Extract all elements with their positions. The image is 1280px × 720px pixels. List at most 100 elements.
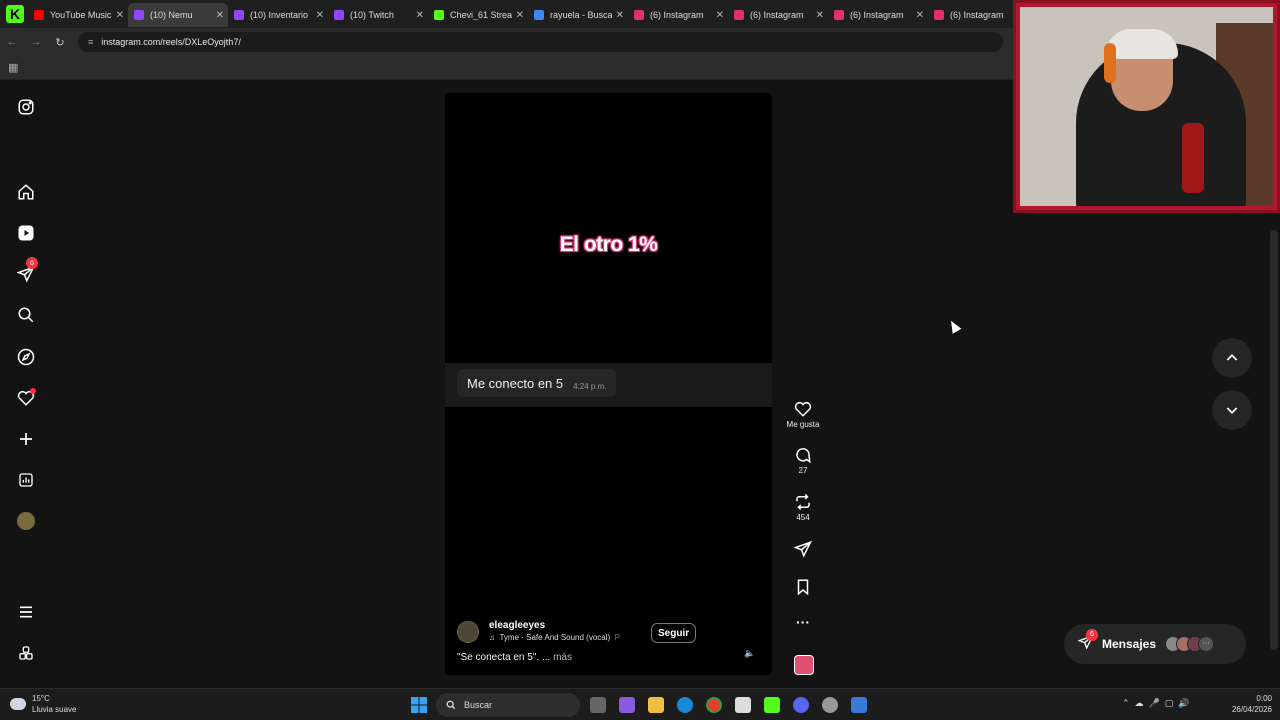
song-info[interactable]: ♫ Tyme · Safe And Sound (vocal) P: [489, 633, 620, 642]
reels-icon[interactable]: [16, 223, 36, 243]
browser-tab[interactable]: (10) Nemu ✕: [128, 3, 228, 27]
profile-avatar[interactable]: [16, 511, 36, 531]
kick-app-icon[interactable]: [764, 697, 780, 713]
tab-close-icon[interactable]: ✕: [616, 10, 624, 21]
forward-icon[interactable]: →: [24, 36, 48, 48]
volume-icon[interactable]: 🔈: [743, 648, 757, 662]
store-icon[interactable]: [735, 697, 751, 713]
tab-favicon-icon: [234, 10, 244, 20]
browser-tab[interactable]: (10) Inventario ✕: [228, 3, 328, 27]
menu-hamburger-icon[interactable]: [16, 602, 36, 622]
file-explorer-icon[interactable]: [648, 697, 664, 713]
taskbar-clock[interactable]: 0:00 26/04/2026: [1220, 693, 1272, 715]
comment-button[interactable]: 27: [783, 446, 823, 475]
system-tray[interactable]: ⌃ ☁ 🎤 ▢ 🔊: [1122, 698, 1189, 709]
repost-button[interactable]: 454: [783, 493, 823, 522]
tab-close-icon[interactable]: ✕: [816, 10, 824, 21]
repost-count: 454: [796, 513, 810, 522]
tab-close-icon[interactable]: ✕: [116, 10, 124, 21]
previous-reel-button[interactable]: [1212, 338, 1252, 378]
more-options-icon[interactable]: ···: [783, 614, 823, 630]
tab-title: Chevi_61 Strea: [450, 10, 512, 20]
chat-message: Me conecto en 5: [467, 375, 564, 391]
discord-icon[interactable]: [793, 697, 809, 713]
dashboard-icon[interactable]: [16, 470, 36, 490]
site-info-icon[interactable]: ≡: [88, 37, 93, 47]
tab-close-icon[interactable]: ✕: [916, 10, 924, 21]
taskbar-search-label: Buscar: [464, 700, 493, 710]
tab-close-icon[interactable]: ✕: [316, 10, 324, 21]
instagram-logo-icon[interactable]: [16, 97, 36, 117]
comment-count: 27: [798, 466, 808, 475]
song-title: Tyme · Safe And Sound (vocal): [499, 633, 611, 642]
caption-text: "Se conecta en 5". ...: [457, 652, 551, 663]
kick-logo-icon[interactable]: K: [6, 5, 24, 23]
browser-tab[interactable]: (6) Instagram ✕: [628, 3, 728, 27]
edge-icon[interactable]: [677, 697, 693, 713]
share-icon: [794, 540, 812, 558]
browser-tab[interactable]: YouTube Music ✕: [28, 3, 128, 27]
create-plus-icon[interactable]: [16, 429, 36, 449]
reload-icon[interactable]: ↻: [48, 36, 72, 49]
messages-pill[interactable]: 6 Mensajes ···: [1064, 624, 1246, 664]
tab-title: (10) Twitch: [350, 10, 394, 20]
tab-title: (6) Instagram: [750, 10, 804, 20]
tab-close-icon[interactable]: ✕: [516, 10, 524, 21]
page-scrollbar[interactable]: [1270, 230, 1278, 650]
share-button[interactable]: [783, 540, 823, 558]
tab-close-icon[interactable]: ✕: [216, 10, 224, 21]
like-button[interactable]: Me gusta: [783, 400, 823, 429]
app-icon[interactable]: [851, 697, 867, 713]
back-icon[interactable]: ←: [0, 36, 24, 48]
task-view-icon[interactable]: [590, 697, 606, 713]
tab-title: rayuela - Busca: [550, 10, 612, 20]
address-bar-row: ← → ↻ ≡ instagram.com/reels/DXLeOyojth7/: [0, 28, 1013, 56]
tab-favicon-icon: [734, 10, 744, 20]
windows-taskbar: 15°C Lluvia suave Buscar ⌃ ☁ 🎤 ▢ 🔊 0:00 …: [0, 688, 1280, 720]
tab-title: (6) Instagram: [850, 10, 904, 20]
copilot-icon[interactable]: [619, 697, 635, 713]
search-icon[interactable]: [16, 305, 36, 325]
streamer-webcam: [1013, 0, 1280, 213]
tab-favicon-icon: [534, 10, 544, 20]
messages-send-icon: 6: [1077, 628, 1098, 655]
home-icon[interactable]: [16, 182, 36, 202]
follow-button[interactable]: Seguir: [651, 623, 697, 643]
also-from-meta-icon[interactable]: [16, 643, 36, 663]
steam-icon[interactable]: [822, 697, 838, 713]
audio-thumbnail[interactable]: [794, 655, 814, 675]
notifications-heart-icon[interactable]: [16, 388, 36, 408]
caption-more-link[interactable]: más: [553, 652, 572, 663]
taskbar-search[interactable]: Buscar: [436, 693, 580, 717]
browser-tab[interactable]: rayuela - Busca ✕: [528, 3, 628, 27]
chrome-icon[interactable]: [706, 697, 722, 713]
tab-close-icon[interactable]: ✕: [716, 10, 724, 21]
url-text: instagram.com/reels/DXLeOyojth7/: [101, 37, 241, 47]
reel-video[interactable]: El otro 1% Me conecto en 5 4:24 p.m. ele…: [445, 93, 772, 675]
tab-close-icon[interactable]: ✕: [416, 10, 424, 21]
tab-favicon-icon: [834, 10, 844, 20]
browser-tab[interactable]: (6) Instagram ✕: [828, 3, 928, 27]
tab-favicon-icon: [334, 10, 344, 20]
messages-badge: 6: [26, 257, 38, 269]
browser-tab[interactable]: (6) Instagram ✕: [728, 3, 828, 27]
browser-tab[interactable]: (10) Twitch ✕: [328, 3, 428, 27]
tab-title: YouTube Music: [50, 10, 112, 20]
next-reel-button[interactable]: [1212, 390, 1252, 430]
explore-icon[interactable]: [16, 347, 36, 367]
browser-tab[interactable]: Chevi_61 Strea ✕: [428, 3, 528, 27]
messages-icon[interactable]: 6: [16, 257, 38, 284]
url-field[interactable]: ≡ instagram.com/reels/DXLeOyojth7/: [78, 32, 1003, 52]
author-username[interactable]: eleagleeyes: [489, 620, 545, 631]
windows-start-icon[interactable]: [411, 697, 427, 713]
chat-screenshot: Me conecto en 5 4:24 p.m.: [445, 363, 772, 407]
weather-widget[interactable]: 15°C Lluvia suave: [10, 693, 76, 715]
clock-date: 26/04/2026: [1231, 705, 1272, 714]
tab-favicon-icon: [934, 10, 944, 20]
author-avatar[interactable]: [457, 621, 479, 643]
repost-icon: [796, 493, 810, 511]
save-button[interactable]: [783, 578, 823, 596]
apps-grid-icon[interactable]: ▦: [8, 61, 18, 74]
bookmarks-bar: ▦: [0, 56, 1013, 80]
caption: "Se conecta en 5". ... más: [457, 652, 572, 663]
